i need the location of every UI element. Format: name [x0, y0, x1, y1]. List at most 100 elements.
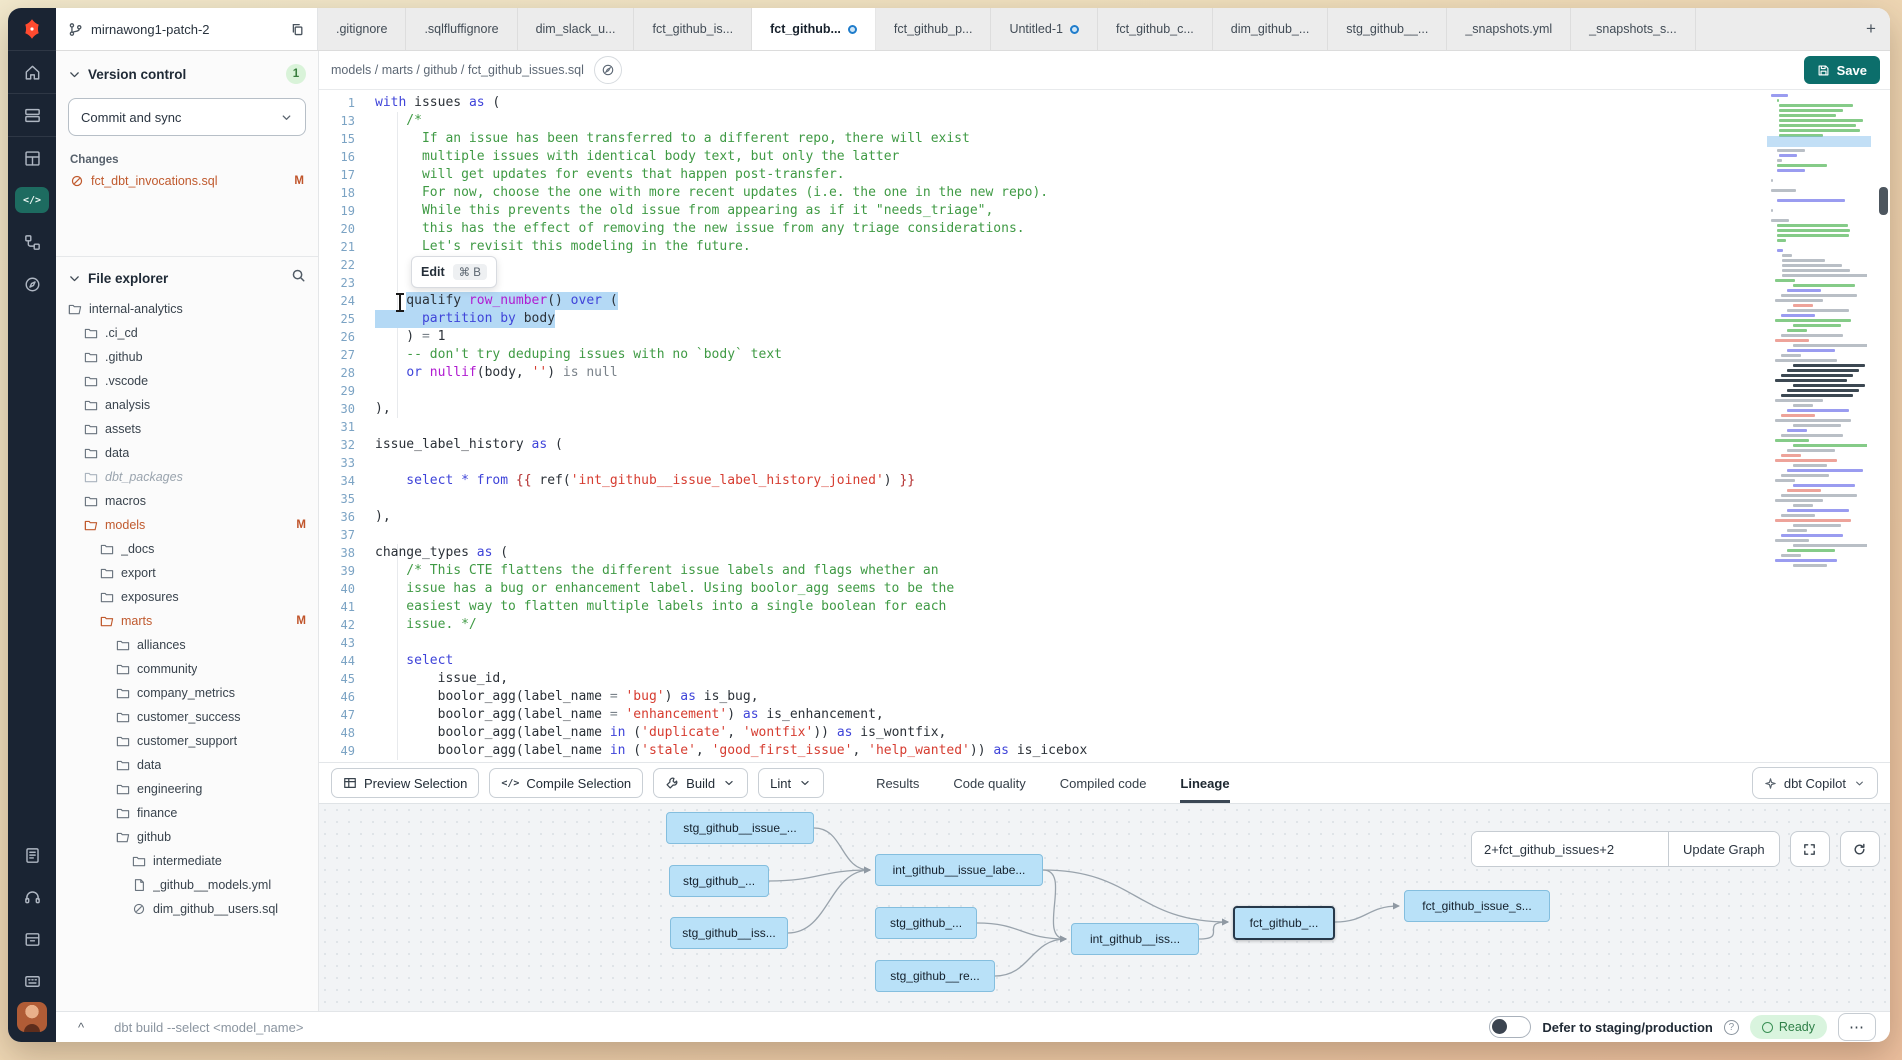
- code-line[interactable]: 18 For now, choose the one with more rec…: [319, 184, 1890, 202]
- lineage-node-n7[interactable]: int_github__iss...: [1071, 923, 1199, 955]
- command-input[interactable]: dbt build --select <model_name>: [114, 1020, 303, 1035]
- lineage-node-n3[interactable]: stg_github__iss...: [670, 917, 788, 949]
- code-line[interactable]: 42 issue. */: [319, 616, 1890, 634]
- dashboard-icon[interactable]: [8, 137, 56, 179]
- code-line[interactable]: 46 boolor_agg(label_name = 'bug') as is_…: [319, 688, 1890, 706]
- code-line[interactable]: 40 issue has a bug or enhancement label.…: [319, 580, 1890, 598]
- code-line[interactable]: 23: [319, 274, 1890, 292]
- code-line[interactable]: 34 select * from {{ ref('int_github__iss…: [319, 472, 1890, 490]
- lineage-panel[interactable]: stg_github__issue_... stg_github_... stg_g…: [319, 803, 1890, 1011]
- code-line[interactable]: 25 partition by body: [319, 310, 1890, 328]
- tree-item-marts[interactable]: martsM: [56, 609, 318, 633]
- keyboard-icon[interactable]: [8, 960, 56, 1002]
- code-line[interactable]: 31: [319, 418, 1890, 436]
- more-options-button[interactable]: ⋯: [1838, 1013, 1876, 1041]
- tab--snapshots-s-[interactable]: _snapshots_s...: [1571, 8, 1696, 50]
- tree-item--docs[interactable]: _docs: [56, 537, 318, 561]
- fullscreen-button[interactable]: [1790, 831, 1830, 867]
- code-line[interactable]: 16 multiple issues with identical body t…: [319, 148, 1890, 166]
- tree-item-macros[interactable]: macros: [56, 489, 318, 513]
- tab--gitignore[interactable]: .gitignore: [318, 8, 406, 50]
- tree-item-models[interactable]: modelsM: [56, 513, 318, 537]
- new-tab-button[interactable]: +: [1852, 8, 1890, 50]
- explore-icon[interactable]: [8, 263, 56, 305]
- code-line[interactable]: 30),: [319, 400, 1890, 418]
- tree-item-exposures[interactable]: exposures: [56, 585, 318, 609]
- tree-item-customer-success[interactable]: customer_success: [56, 705, 318, 729]
- code-line[interactable]: 39 /* This CTE flattens the different is…: [319, 562, 1890, 580]
- archive-icon[interactable]: [8, 918, 56, 960]
- commit-and-sync-dropdown[interactable]: Commit and sync: [68, 98, 306, 136]
- tab-fct-github-c-[interactable]: fct_github_c...: [1098, 8, 1213, 50]
- help-icon[interactable]: ?: [1724, 1020, 1739, 1035]
- explore-lineage-icon[interactable]: [594, 56, 622, 84]
- tree-item-intermediate[interactable]: intermediate: [56, 849, 318, 873]
- changed-file-row[interactable]: fct_dbt_invocations.sqlM: [56, 170, 318, 192]
- tab-fct-github-is-[interactable]: fct_github_is...: [634, 8, 752, 50]
- avatar[interactable]: [17, 1002, 47, 1032]
- minimap[interactable]: [1771, 94, 1867, 572]
- tab-stg-github-[interactable]: stg_github__...: [1328, 8, 1447, 50]
- code-line[interactable]: 45 issue_id,: [319, 670, 1890, 688]
- tab-dim-github-[interactable]: dim_github_...: [1213, 8, 1329, 50]
- command-bar-expand-button[interactable]: ^: [78, 1020, 84, 1035]
- code-line[interactable]: 38change_types as (: [319, 544, 1890, 562]
- tab-lineage[interactable]: Lineage: [1180, 763, 1229, 803]
- lineage-selector-input[interactable]: [1472, 832, 1668, 866]
- code-line[interactable]: 44 select: [319, 652, 1890, 670]
- code-line[interactable]: 48 boolor_agg(label_name in ('duplicate'…: [319, 724, 1890, 742]
- code-line[interactable]: 24 qualify row_number() over (: [319, 292, 1890, 310]
- code-line[interactable]: 43: [319, 634, 1890, 652]
- home-icon[interactable]: [8, 51, 56, 94]
- code-line[interactable]: 21 Let's revisit this modeling in the fu…: [319, 238, 1890, 256]
- file-search-icon[interactable]: [291, 268, 306, 288]
- tab--snapshots-yml[interactable]: _snapshots.yml: [1447, 8, 1571, 50]
- tree-item-customer-support[interactable]: customer_support: [56, 729, 318, 753]
- code-line[interactable]: 49 boolor_agg(label_name in ('stale', 'g…: [319, 742, 1890, 760]
- tree-item-alliances[interactable]: alliances: [56, 633, 318, 657]
- tree-item-assets[interactable]: assets: [56, 417, 318, 441]
- tab-untitled-1[interactable]: Untitled-1: [991, 8, 1098, 50]
- code-line[interactable]: 22: [319, 256, 1890, 274]
- lineage-node-n5[interactable]: stg_github_...: [875, 907, 977, 939]
- tab--sqlfluffignore[interactable]: .sqlfluffignore: [406, 8, 517, 50]
- tree-item-dbt-packages[interactable]: dbt_packages: [56, 465, 318, 489]
- build-button[interactable]: Build: [653, 768, 748, 798]
- tab-compiled-code[interactable]: Compiled code: [1060, 763, 1147, 803]
- file-explorer-header[interactable]: File explorer: [56, 256, 318, 297]
- code-line[interactable]: 37: [319, 526, 1890, 544]
- code-line[interactable]: 35: [319, 490, 1890, 508]
- code-line[interactable]: 13 /*: [319, 112, 1890, 130]
- code-line[interactable]: 32issue_label_history as (: [319, 436, 1890, 454]
- deploy-icon[interactable]: [8, 94, 56, 137]
- tree-item--github[interactable]: .github: [56, 345, 318, 369]
- code-line[interactable]: 20 this has the effect of removing the n…: [319, 220, 1890, 238]
- lineage-node-n1[interactable]: stg_github__issue_...: [666, 812, 814, 844]
- tree-item-company-metrics[interactable]: company_metrics: [56, 681, 318, 705]
- lineage-node-n9[interactable]: fct_github_issue_s...: [1404, 890, 1550, 922]
- notebook-icon[interactable]: [8, 834, 56, 876]
- code-line[interactable]: 33: [319, 454, 1890, 472]
- tree-item-export[interactable]: export: [56, 561, 318, 585]
- tab-fct-github-p-[interactable]: fct_github_p...: [876, 8, 992, 50]
- tree-item-finance[interactable]: finance: [56, 801, 318, 825]
- defer-toggle[interactable]: [1489, 1016, 1531, 1038]
- compile-selection-button[interactable]: </>Compile Selection: [489, 768, 643, 798]
- code-line[interactable]: 1with issues as (: [319, 94, 1890, 112]
- code-line[interactable]: 47 boolor_agg(label_name = 'enhancement'…: [319, 706, 1890, 724]
- tree-item--github-models-yml[interactable]: _github__models.yml: [56, 873, 318, 897]
- code-line[interactable]: 28 or nullif(body, '') is null: [319, 364, 1890, 382]
- code-line[interactable]: 15 If an issue has been transferred to a…: [319, 130, 1890, 148]
- tab-code-quality[interactable]: Code quality: [953, 763, 1025, 803]
- save-button[interactable]: Save: [1804, 56, 1880, 84]
- orchestration-icon[interactable]: [8, 221, 56, 263]
- dbt-logo[interactable]: [8, 8, 56, 51]
- dbt-copilot-button[interactable]: dbt Copilot: [1752, 767, 1878, 799]
- tab-dim-slack-u-[interactable]: dim_slack_u...: [518, 8, 635, 50]
- refresh-button[interactable]: [1840, 831, 1880, 867]
- lineage-node-n8[interactable]: fct_github_...: [1233, 906, 1335, 940]
- lineage-node-n4[interactable]: int_github__issue_labe...: [875, 854, 1043, 886]
- code-line[interactable]: 26 ) = 1: [319, 328, 1890, 346]
- copy-icon[interactable]: [290, 22, 305, 37]
- branch-selector[interactable]: mirnawong1-patch-2: [56, 8, 318, 50]
